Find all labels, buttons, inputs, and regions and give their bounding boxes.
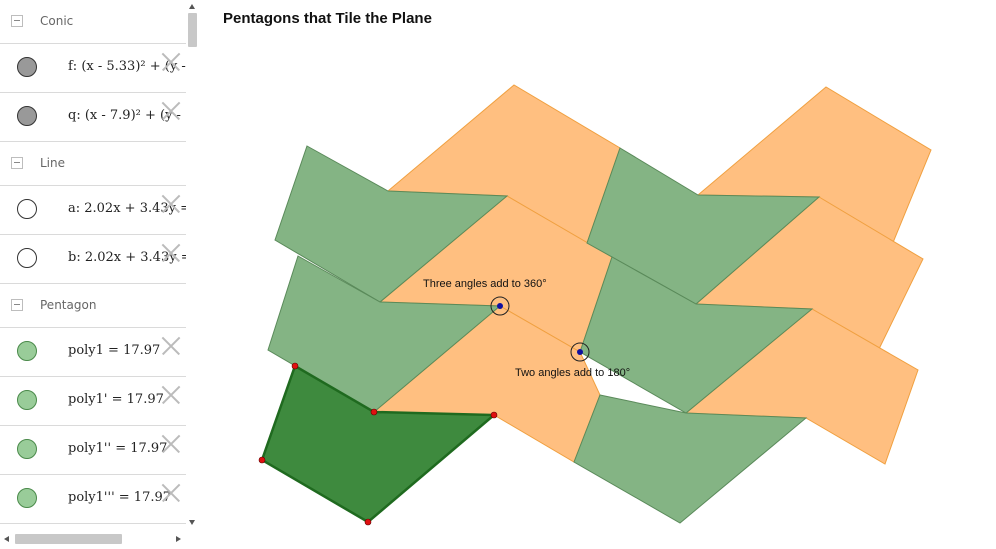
visibility-toggle[interactable] xyxy=(17,248,37,268)
scroll-down-icon[interactable] xyxy=(189,520,195,525)
algebra-item-a[interactable]: a: 2.02x + 3.43y = 19.8 xyxy=(0,186,186,235)
tiling-canvas[interactable]: Three angles add to 360° Two angles add … xyxy=(207,0,996,549)
label-two-angles: Two angles add to 180° xyxy=(515,367,630,379)
scrollbar-thumb[interactable] xyxy=(188,13,197,47)
algebra-item-poly1-triple-prime[interactable]: poly1''' = 17.97 xyxy=(0,475,186,524)
vertical-scrollbar[interactable] xyxy=(186,0,199,530)
delete-icon[interactable] xyxy=(161,52,181,72)
algebra-item-poly1-double-prime[interactable]: poly1'' = 17.97 xyxy=(0,426,186,475)
algebra-list: Conic f: (x - 5.33)² + (y - 3.27)² = 0.1… xyxy=(0,0,186,530)
delete-icon[interactable] xyxy=(161,434,181,454)
visibility-toggle[interactable] xyxy=(17,488,37,508)
visibility-toggle[interactable] xyxy=(17,57,37,77)
delete-icon[interactable] xyxy=(161,101,181,121)
scroll-right-icon[interactable] xyxy=(176,536,181,542)
algebra-expression[interactable]: poly1 = 17.97 xyxy=(68,343,160,358)
scroll-left-icon[interactable] xyxy=(4,536,9,542)
algebra-expression[interactable]: poly1' = 17.97 xyxy=(68,392,164,407)
horizontal-scrollbar[interactable] xyxy=(0,530,186,547)
algebra-expression[interactable]: poly1''' = 17.97 xyxy=(68,490,171,505)
algebra-item-q[interactable]: q: (x - 7.9)² + (y - 2.73)² = 0.13 xyxy=(0,93,186,142)
algebra-item-b[interactable]: b: 2.02x + 3.43y = 25.0 xyxy=(0,235,186,284)
algebra-item-f[interactable]: f: (x - 5.33)² + (y - 3.27)² = 0.13 xyxy=(0,44,186,93)
visibility-toggle[interactable] xyxy=(17,439,37,459)
collapse-icon[interactable] xyxy=(11,299,23,311)
visibility-toggle[interactable] xyxy=(17,390,37,410)
scrollbar-thumb[interactable] xyxy=(15,534,122,544)
graphics-view[interactable]: Three angles add to 360° Two angles add … xyxy=(207,0,996,549)
vertex-point[interactable] xyxy=(370,408,378,416)
vertex-point[interactable] xyxy=(490,411,498,419)
scroll-up-icon[interactable] xyxy=(189,4,195,9)
delete-icon[interactable] xyxy=(161,385,181,405)
algebra-item-poly1[interactable]: poly1 = 17.97 xyxy=(0,328,186,377)
visibility-toggle[interactable] xyxy=(17,106,37,126)
label-three-angles: Three angles add to 360° xyxy=(423,278,547,290)
collapse-icon[interactable] xyxy=(11,15,23,27)
group-pentagon: Pentagon xyxy=(0,284,186,328)
group-title: Pentagon xyxy=(40,298,97,312)
center-point[interactable] xyxy=(497,303,503,309)
visibility-toggle[interactable] xyxy=(17,341,37,361)
graphics-title: Pentagons that Tile the Plane xyxy=(223,10,432,27)
collapse-icon[interactable] xyxy=(11,157,23,169)
algebra-item-poly1-prime[interactable]: poly1' = 17.97 xyxy=(0,377,186,426)
view-divider[interactable] xyxy=(199,0,207,549)
vertex-point[interactable] xyxy=(258,456,266,464)
vertex-point[interactable] xyxy=(291,362,299,370)
center-point[interactable] xyxy=(577,349,583,355)
delete-icon[interactable] xyxy=(161,336,181,356)
group-line: Line xyxy=(0,142,186,186)
delete-icon[interactable] xyxy=(161,483,181,503)
delete-icon[interactable] xyxy=(161,243,181,263)
delete-icon[interactable] xyxy=(161,194,181,214)
group-conic: Conic xyxy=(0,0,186,44)
group-title: Line xyxy=(40,156,66,170)
group-title: Conic xyxy=(40,14,74,28)
algebra-expression[interactable]: poly1'' = 17.97 xyxy=(68,441,167,456)
algebra-view: Conic f: (x - 5.33)² + (y - 3.27)² = 0.1… xyxy=(0,0,200,549)
visibility-toggle[interactable] xyxy=(17,199,37,219)
vertex-point[interactable] xyxy=(364,518,372,526)
